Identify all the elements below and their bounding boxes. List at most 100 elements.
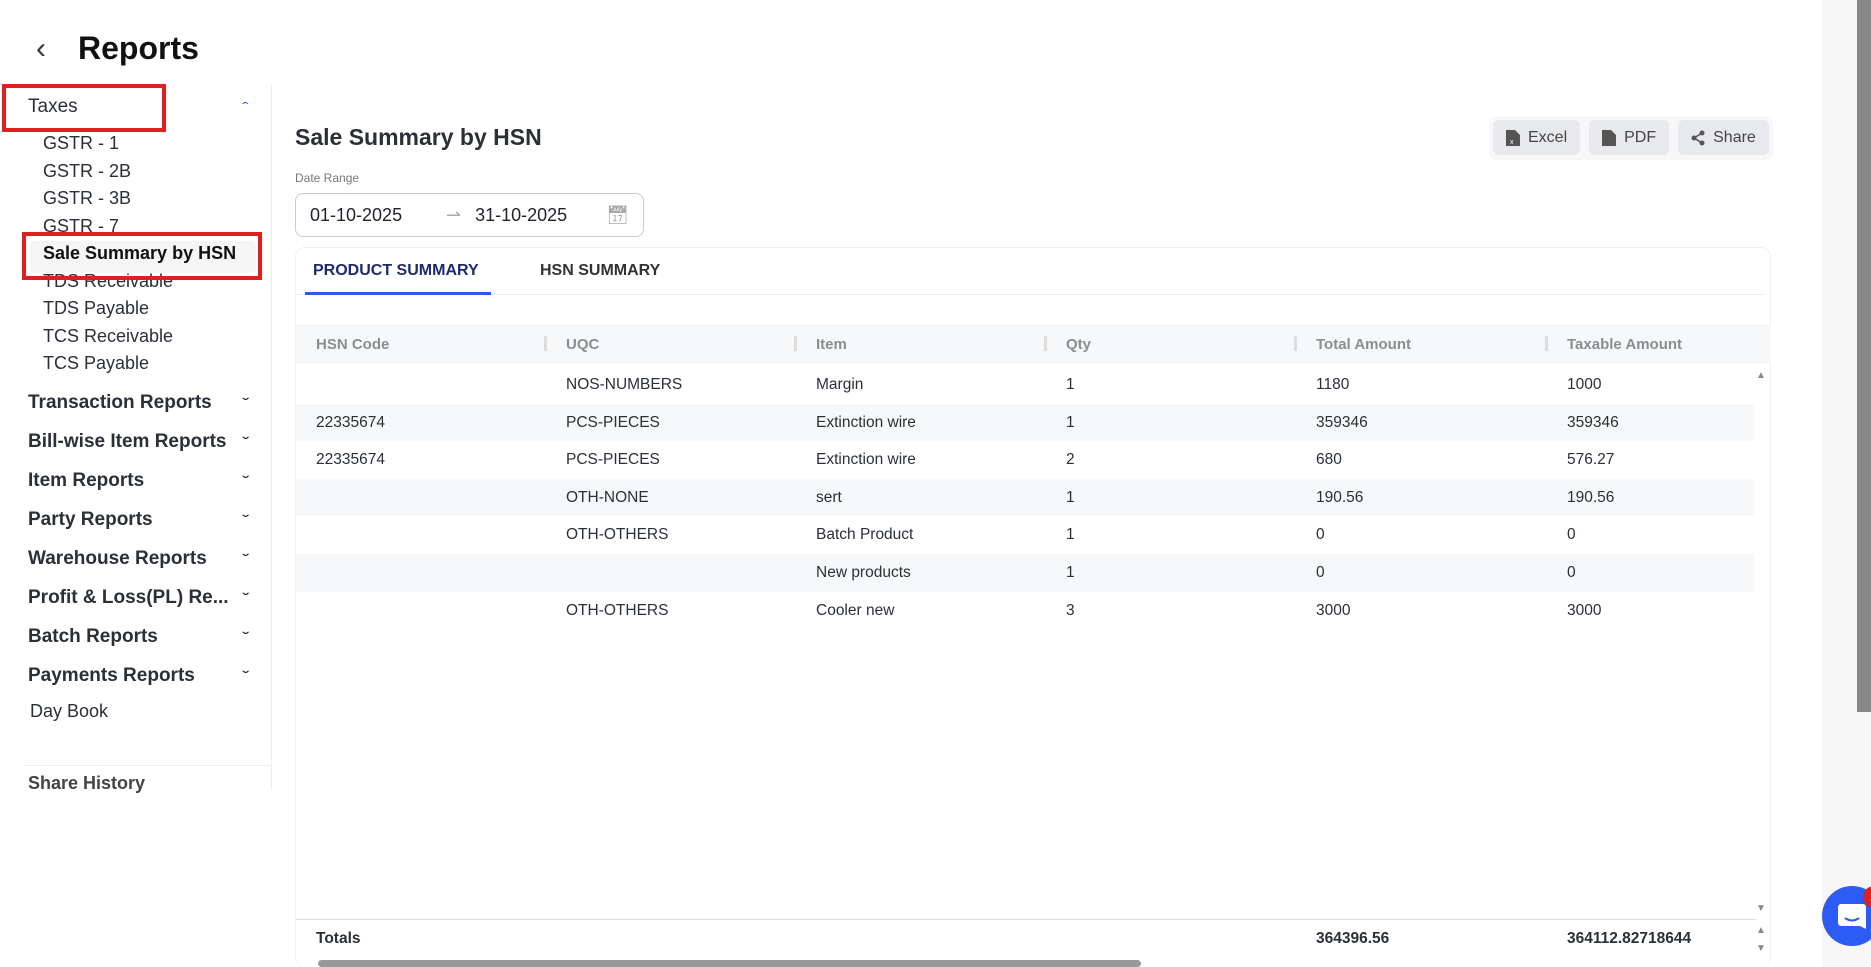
pdf-file-icon [1602, 129, 1617, 146]
page-scrollbar[interactable] [1857, 0, 1871, 712]
table-cell: 1 [1066, 564, 1075, 581]
column-resize-handle[interactable] [1545, 336, 1548, 351]
table-cell: 1180 [1316, 376, 1350, 393]
sidebar-group[interactable]: Payments Reports ˇ [28, 665, 249, 687]
svg-text:x: x [1510, 139, 1514, 146]
table-cell: 359346 [1567, 413, 1619, 431]
column-header[interactable]: HSN Code [316, 336, 389, 353]
column-header[interactable]: UQC [566, 336, 599, 353]
sidebar-item-day-book[interactable]: Day Book [30, 701, 108, 722]
excel-button[interactable]: x Excel [1493, 120, 1581, 155]
table-cell: NOS-NUMBERS [566, 376, 683, 393]
table-cell: Cooler new [816, 601, 895, 619]
table-cell: 1 [1066, 413, 1075, 431]
sidebar-item-gstr-1[interactable]: GSTR - 1 [43, 133, 119, 154]
page-title: Reports [78, 30, 199, 66]
sidebar-group-taxes[interactable]: Taxes ˆ [28, 96, 249, 118]
sidebar-group-label: Profit & Loss(PL) Re... [28, 587, 229, 608]
divider [295, 294, 1765, 295]
back-icon[interactable]: ‹ [36, 32, 46, 66]
date-to[interactable]: 31-10-2025 [475, 205, 606, 226]
pdf-button[interactable]: PDF [1589, 120, 1670, 155]
table-cell: 3 [1066, 601, 1075, 619]
table-row[interactable]: 22335674 PCS-PIECES Extinction wire 2 680 576… [296, 441, 1754, 479]
sidebar-group[interactable]: Batch Reports ˇ [28, 626, 249, 648]
chevron-down-icon: ˇ [242, 668, 249, 684]
report-title: Sale Summary by HSN [295, 124, 542, 150]
sidebar-item-tds-payable[interactable]: TDS Payable [43, 298, 149, 319]
excel-file-icon: x [1506, 129, 1520, 146]
table-cell: 0 [1567, 526, 1576, 544]
tab-product-summary[interactable]: PRODUCT SUMMARY [313, 262, 479, 280]
totals-total-amount: 364396.56 [1316, 930, 1390, 947]
tab-hsn-summary[interactable]: HSN SUMMARY [540, 262, 660, 280]
scroll-up-icon[interactable]: ▲ [1756, 925, 1766, 936]
table-cell: 1 [1066, 526, 1075, 544]
sidebar-group-label: Taxes [28, 96, 78, 117]
table-cell: 3000 [1567, 601, 1602, 619]
sidebar-group-label: Transaction Reports [28, 392, 212, 413]
column-resize-handle[interactable] [794, 336, 797, 351]
sidebar-item-sale-summary-by-hsn[interactable]: Sale Summary by HSN [43, 243, 236, 264]
table-cell: OTH-NONE [566, 488, 649, 506]
table-cell: 680 [1316, 451, 1342, 469]
table-row[interactable]: 22335674 PCS-PIECES Extinction wire 1 359346… [296, 403, 1754, 442]
table-header [296, 324, 1771, 364]
table-cell: Batch Product [816, 526, 914, 544]
sidebar-group[interactable]: Warehouse Reports ˇ [28, 548, 249, 570]
date-from[interactable]: 01-10-2025 [310, 205, 446, 226]
excel-label: Excel [1528, 128, 1568, 146]
sidebar-group[interactable]: Profit & Loss(PL) Re... ˇ [28, 587, 249, 609]
column-header[interactable]: Item [816, 336, 847, 353]
table-row[interactable]: OTH-OTHERS Cooler new 3 3000 3000 [296, 592, 1754, 630]
table-row[interactable]: OTH-OTHERS Batch Product 1 0 0 [296, 516, 1754, 554]
column-resize-handle[interactable] [544, 336, 547, 351]
totals-label: Totals [316, 930, 361, 947]
chevron-up-icon: ˆ [242, 99, 249, 115]
column-header[interactable]: Total Amount [1316, 336, 1411, 353]
table-cell: Extinction wire [816, 451, 916, 469]
calendar-icon[interactable]: 📅︎ [606, 205, 629, 226]
sidebar-item-gstr-2b[interactable]: GSTR - 2B [43, 161, 131, 182]
sidebar-item-tcs-payable[interactable]: TCS Payable [43, 353, 149, 374]
table-row[interactable]: New products 1 0 0 [296, 554, 1754, 592]
sidebar-item-tcs-receivable[interactable]: TCS Receivable [43, 326, 173, 347]
table-cell: OTH-OTHERS [566, 526, 669, 544]
scroll-down-icon[interactable]: ▼ [1756, 903, 1766, 914]
horizontal-scrollbar[interactable] [318, 960, 1141, 967]
table-cell: sert [816, 488, 842, 506]
divider [24, 765, 272, 766]
export-actions: x Excel PDF Share [1489, 116, 1773, 160]
scroll-up-icon[interactable]: ▲ [1756, 370, 1766, 381]
table-cell: Extinction wire [816, 413, 916, 431]
table-row[interactable]: NOS-NUMBERS Margin 1 1180 1000 [296, 366, 1754, 404]
date-range-picker[interactable]: 01-10-2025 ⇀ 31-10-2025 📅︎ [295, 193, 644, 237]
date-range-label: Date Range [295, 171, 360, 185]
sidebar-item-share-history[interactable]: Share History [28, 773, 145, 794]
table-cell: 190.56 [1316, 488, 1364, 506]
sidebar-group[interactable]: Transaction Reports ˇ [28, 392, 249, 414]
table-row[interactable]: OTH-NONE sert 1 190.56 190.56 [296, 478, 1754, 517]
sidebar-group-label: Item Reports [28, 470, 145, 491]
table-cell: OTH-OTHERS [566, 601, 669, 619]
column-header[interactable]: Qty [1066, 336, 1091, 353]
sidebar-item-gstr-3b[interactable]: GSTR - 3B [43, 188, 131, 209]
chevron-down-icon: ˇ [242, 434, 249, 450]
share-button[interactable]: Share [1678, 120, 1769, 155]
column-header[interactable]: Taxable Amount [1567, 336, 1682, 353]
active-tab-indicator [305, 292, 491, 295]
column-resize-handle[interactable] [1044, 336, 1047, 351]
sidebar-group[interactable]: Bill-wise Item Reports ˇ [28, 431, 249, 453]
table-cell: 0 [1316, 564, 1325, 581]
column-resize-handle[interactable] [1294, 336, 1297, 351]
sidebar-group[interactable]: Party Reports ˇ [28, 509, 249, 531]
table-cell: New products [816, 564, 911, 581]
sidebar-group[interactable]: Item Reports ˇ [28, 470, 249, 492]
share-icon [1691, 130, 1705, 145]
scroll-down-icon[interactable]: ▼ [1756, 943, 1766, 954]
chevron-down-icon: ˇ [242, 512, 249, 528]
chevron-down-icon: ˇ [242, 551, 249, 567]
sidebar-group-label: Warehouse Reports [28, 548, 207, 569]
table-cell: 22335674 [316, 451, 385, 469]
divider [296, 919, 1756, 920]
